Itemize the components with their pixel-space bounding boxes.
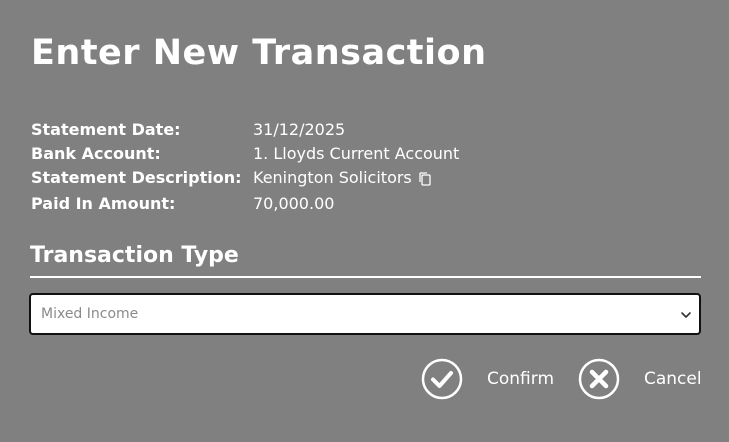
new-transaction-dialog: Enter New Transaction Statement Date: 31… [0, 0, 729, 442]
statement-description-row: Statement Description: Kenington Solicit… [31, 166, 459, 190]
statement-details: Statement Date: 31/12/2025 Bank Account:… [31, 118, 459, 217]
statement-date-value: 31/12/2025 [253, 120, 346, 139]
bank-account-label: Bank Account: [31, 144, 161, 163]
chevron-down-icon [679, 307, 693, 321]
transaction-type-heading: Transaction Type [30, 243, 239, 268]
confirm-button[interactable]: Confirm [421, 358, 554, 400]
confirm-label: Confirm [487, 369, 555, 389]
section-divider [30, 276, 701, 278]
bank-account-value: 1. Lloyds Current Account [253, 144, 460, 163]
statement-date-label: Statement Date: [31, 120, 181, 139]
dialog-title: Enter New Transaction [31, 33, 487, 73]
statement-description-label: Statement Description: [31, 168, 242, 187]
transaction-type-selected-value: Mixed Income [41, 306, 139, 322]
paid-in-amount-label: Paid In Amount: [31, 194, 176, 213]
statement-date-row: Statement Date: 31/12/2025 [31, 118, 459, 142]
bank-account-row: Bank Account: 1. Lloyds Current Account [31, 142, 459, 166]
statement-description-value: Kenington Solicitors [253, 168, 412, 187]
cancel-label: Cancel [644, 369, 702, 389]
transaction-type-select[interactable]: Mixed Income [29, 293, 701, 335]
paid-in-amount-value: 70,000.00 [253, 194, 335, 213]
cancel-button[interactable]: Cancel [578, 358, 702, 400]
copy-icon[interactable] [417, 170, 433, 186]
check-circle-icon [421, 358, 463, 400]
x-circle-icon [578, 358, 620, 400]
statement-description-value-wrap: Kenington Solicitors [253, 166, 433, 190]
paid-in-amount-row: Paid In Amount: 70,000.00 [31, 191, 459, 217]
